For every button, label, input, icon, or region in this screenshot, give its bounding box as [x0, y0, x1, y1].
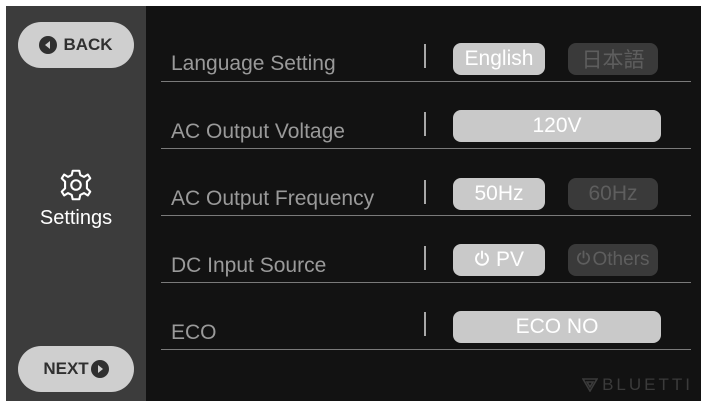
eco-label: ECO [171, 321, 217, 344]
next-label: NEXT [43, 359, 89, 378]
device-screen: BACK Settings NEXT Language Setting Engl… [6, 6, 701, 401]
back-button[interactable]: BACK [18, 22, 134, 68]
row-divider [161, 81, 691, 82]
settings-label: Settings [39, 207, 113, 229]
power-icon [474, 248, 490, 272]
frequency-60hz-button[interactable]: 60Hz [568, 178, 658, 210]
ac-output-frequency-label: AC Output Frequency [171, 187, 375, 210]
dc-input-pv-button[interactable]: PV [453, 244, 545, 276]
brand-logo: BLUETTI [582, 375, 693, 395]
language-english-button[interactable]: English [453, 43, 545, 75]
separator [424, 44, 426, 68]
eco-button[interactable]: ECO NO [453, 311, 661, 343]
separator [424, 246, 426, 270]
row-divider [161, 282, 691, 283]
settings-section: Settings [6, 166, 146, 230]
next-arrow-icon [90, 360, 109, 378]
dc-input-source-label: DC Input Source [171, 254, 327, 277]
separator [424, 180, 426, 204]
row-divider [161, 349, 691, 350]
voltage-button[interactable]: 120V [453, 110, 661, 142]
separator [424, 312, 426, 336]
back-label: BACK [63, 35, 113, 54]
back-arrow-icon [39, 36, 58, 54]
ac-output-voltage-label: AC Output Voltage [171, 120, 345, 143]
next-button[interactable]: NEXT [18, 346, 134, 392]
dc-input-others-button[interactable]: Others [568, 244, 658, 276]
sidebar: BACK Settings NEXT [6, 6, 146, 401]
others-label: Others [592, 249, 650, 270]
pv-label: PV [495, 248, 524, 271]
frequency-50hz-button[interactable]: 50Hz [453, 178, 545, 210]
language-setting-label: Language Setting [171, 52, 336, 75]
bluetti-logo-icon [582, 378, 599, 392]
language-japanese-button[interactable]: 日本語 [568, 43, 658, 75]
gear-icon [57, 169, 95, 208]
row-divider [161, 148, 691, 149]
brand-name: BLUETTI [602, 375, 693, 394]
separator [424, 112, 426, 136]
power-icon [576, 249, 591, 271]
row-divider [161, 215, 691, 216]
